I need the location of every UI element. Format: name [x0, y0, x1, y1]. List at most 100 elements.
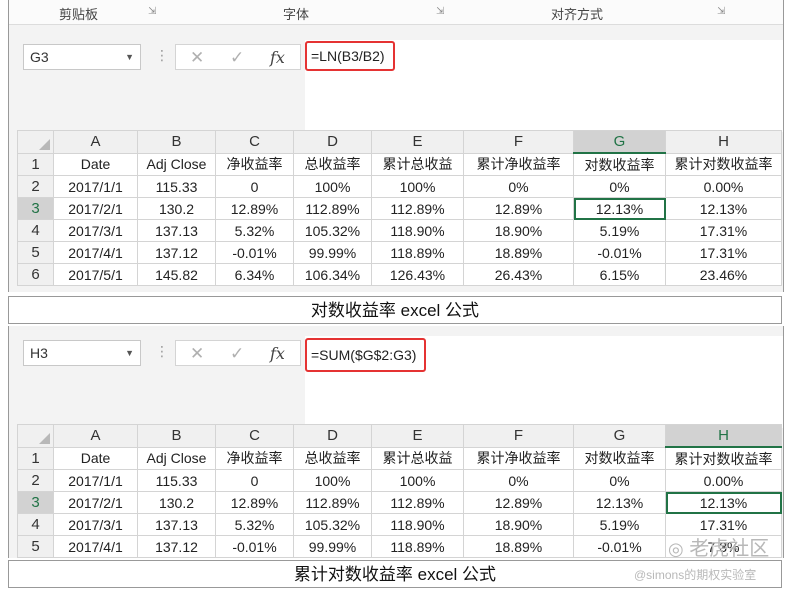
cell-f5[interactable]: 18.89%: [463, 241, 574, 264]
cell-h3[interactable]: 12.13%: [665, 197, 782, 220]
cell-h2[interactable]: 0.00%: [665, 469, 782, 492]
cell-a1[interactable]: Date: [53, 446, 138, 470]
drag-handle-icon[interactable]: ⋮: [155, 343, 169, 360]
enter-check-icon[interactable]: ✓: [230, 344, 244, 364]
cell-b4[interactable]: 137.13: [137, 513, 216, 536]
cell-f1[interactable]: 累计净收益率: [463, 152, 574, 176]
cell-b1[interactable]: Adj Close: [137, 446, 216, 470]
name-box[interactable]: G3 ▼: [23, 44, 141, 70]
cell-g3[interactable]: 12.13%: [573, 197, 666, 220]
select-all-button[interactable]: [17, 424, 54, 448]
cell-g5[interactable]: -0.01%: [573, 535, 666, 558]
column-header-c[interactable]: C: [215, 130, 294, 154]
cell-g2[interactable]: 0%: [573, 469, 666, 492]
column-header-a[interactable]: A: [53, 424, 138, 448]
cell-d3[interactable]: 112.89%: [293, 197, 372, 220]
cell-e5[interactable]: 118.89%: [371, 241, 464, 264]
cell-d5[interactable]: 99.99%: [293, 535, 372, 558]
column-header-b[interactable]: B: [137, 130, 216, 154]
font-dialog-launcher-icon[interactable]: ⇲: [436, 6, 444, 17]
cell-f3[interactable]: 12.89%: [463, 491, 574, 514]
cell-h2[interactable]: 0.00%: [665, 175, 782, 198]
column-header-e[interactable]: E: [371, 130, 464, 154]
cell-b5[interactable]: 137.12: [137, 241, 216, 264]
column-header-d[interactable]: D: [293, 130, 372, 154]
name-box[interactable]: H3 ▼: [23, 340, 141, 366]
formula-input[interactable]: =LN(B3/B2): [305, 41, 395, 71]
cell-d1[interactable]: 总收益率: [293, 152, 372, 176]
column-header-g[interactable]: G: [573, 424, 666, 448]
cell-c6[interactable]: 6.34%: [215, 263, 294, 286]
row-header[interactable]: 3: [17, 197, 54, 220]
cell-c1[interactable]: 净收益率: [215, 446, 294, 470]
drag-handle-icon[interactable]: ⋮: [155, 47, 169, 64]
cell-g2[interactable]: 0%: [573, 175, 666, 198]
cell-b2[interactable]: 115.33: [137, 175, 216, 198]
insert-function-icon[interactable]: fx: [270, 48, 285, 67]
row-header[interactable]: 5: [17, 535, 54, 558]
select-all-button[interactable]: [17, 130, 54, 154]
row-header[interactable]: 3: [17, 491, 54, 514]
cell-g4[interactable]: 5.19%: [573, 219, 666, 242]
cell-d4[interactable]: 105.32%: [293, 219, 372, 242]
cell-c2[interactable]: 0: [215, 175, 294, 198]
row-header[interactable]: 1: [17, 446, 54, 470]
cell-f2[interactable]: 0%: [463, 469, 574, 492]
cell-a3[interactable]: 2017/2/1: [53, 197, 138, 220]
cancel-icon[interactable]: ✕: [190, 344, 204, 364]
cell-g6[interactable]: 6.15%: [573, 263, 666, 286]
cell-g5[interactable]: -0.01%: [573, 241, 666, 264]
cell-e3[interactable]: 112.89%: [371, 491, 464, 514]
alignment-dialog-launcher-icon[interactable]: ⇲: [717, 6, 725, 17]
cell-h1[interactable]: 累计对数收益率: [665, 446, 782, 470]
cell-d5[interactable]: 99.99%: [293, 241, 372, 264]
row-header[interactable]: 1: [17, 152, 54, 176]
column-header-e[interactable]: E: [371, 424, 464, 448]
cell-e5[interactable]: 118.89%: [371, 535, 464, 558]
cell-a2[interactable]: 2017/1/1: [53, 175, 138, 198]
cell-b1[interactable]: Adj Close: [137, 152, 216, 176]
cell-b2[interactable]: 115.33: [137, 469, 216, 492]
column-header-h[interactable]: H: [665, 424, 782, 448]
cell-c5[interactable]: -0.01%: [215, 241, 294, 264]
cell-g3[interactable]: 12.13%: [573, 491, 666, 514]
cell-e3[interactable]: 112.89%: [371, 197, 464, 220]
cell-a5[interactable]: 2017/4/1: [53, 241, 138, 264]
cell-d2[interactable]: 100%: [293, 175, 372, 198]
cell-f6[interactable]: 26.43%: [463, 263, 574, 286]
cell-a1[interactable]: Date: [53, 152, 138, 176]
column-header-g[interactable]: G: [573, 130, 666, 154]
cell-f4[interactable]: 18.90%: [463, 219, 574, 242]
cell-a5[interactable]: 2017/4/1: [53, 535, 138, 558]
row-header[interactable]: 4: [17, 219, 54, 242]
clipboard-dialog-launcher-icon[interactable]: ⇲: [148, 6, 156, 17]
column-header-d[interactable]: D: [293, 424, 372, 448]
column-header-f[interactable]: F: [463, 424, 574, 448]
cell-e4[interactable]: 118.90%: [371, 513, 464, 536]
cell-c3[interactable]: 12.89%: [215, 197, 294, 220]
cell-h5[interactable]: 17.31%: [665, 241, 782, 264]
column-header-f[interactable]: F: [463, 130, 574, 154]
cell-c1[interactable]: 净收益率: [215, 152, 294, 176]
row-header[interactable]: 5: [17, 241, 54, 264]
cell-h4[interactable]: 17.31%: [665, 219, 782, 242]
cell-b6[interactable]: 145.82: [137, 263, 216, 286]
column-header-a[interactable]: A: [53, 130, 138, 154]
cell-h3[interactable]: 12.13%: [665, 491, 782, 514]
cell-b3[interactable]: 130.2: [137, 491, 216, 514]
cell-f1[interactable]: 累计净收益率: [463, 446, 574, 470]
column-header-c[interactable]: C: [215, 424, 294, 448]
cell-c4[interactable]: 5.32%: [215, 219, 294, 242]
cell-g4[interactable]: 5.19%: [573, 513, 666, 536]
column-header-h[interactable]: H: [665, 130, 782, 154]
enter-check-icon[interactable]: ✓: [230, 48, 244, 68]
cell-d1[interactable]: 总收益率: [293, 446, 372, 470]
cell-c3[interactable]: 12.89%: [215, 491, 294, 514]
cell-f3[interactable]: 12.89%: [463, 197, 574, 220]
cell-b5[interactable]: 137.12: [137, 535, 216, 558]
cell-g1[interactable]: 对数收益率: [573, 152, 666, 176]
row-header[interactable]: 4: [17, 513, 54, 536]
cell-a4[interactable]: 2017/3/1: [53, 219, 138, 242]
cell-h6[interactable]: 23.46%: [665, 263, 782, 286]
column-header-b[interactable]: B: [137, 424, 216, 448]
